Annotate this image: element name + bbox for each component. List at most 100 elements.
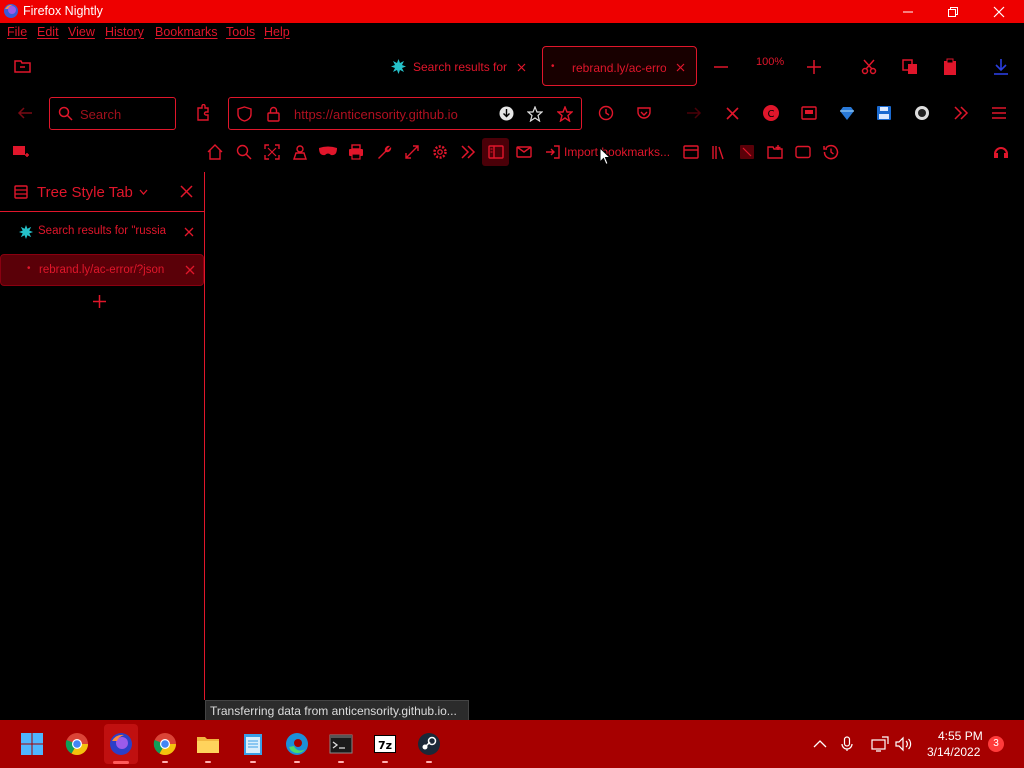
- tab-rebrand[interactable]: • rebrand.ly/ac-erro: [542, 46, 697, 86]
- tracking-shield-icon[interactable]: [237, 106, 252, 122]
- tab-label: rebrand.ly/ac-erro: [572, 61, 666, 75]
- save-page-icon[interactable]: [876, 105, 892, 121]
- wrench-icon[interactable]: [376, 144, 392, 160]
- zoom-out-icon[interactable]: [714, 66, 728, 68]
- chrome-profile-icon[interactable]: [153, 732, 177, 756]
- circle-extension-icon[interactable]: [914, 105, 930, 121]
- home-icon[interactable]: [207, 144, 223, 160]
- settings-gear-icon[interactable]: [432, 144, 448, 160]
- mouse-cursor-icon: [599, 147, 611, 166]
- menu-bookmarks[interactable]: Bookmarks: [155, 25, 218, 39]
- notepad-icon[interactable]: [241, 732, 265, 756]
- sidebar-title[interactable]: Tree Style Tab: [37, 184, 133, 201]
- fullscreen-icon[interactable]: [404, 144, 420, 160]
- import-bookmarks-button[interactable]: Import bookmarks...: [564, 145, 670, 159]
- url-bar[interactable]: https://anticensority.github.io: [228, 97, 582, 130]
- screenshot-icon[interactable]: [264, 144, 280, 160]
- windows-start-icon[interactable]: [20, 732, 44, 756]
- network-icon[interactable]: [871, 736, 889, 752]
- overflow-chevrons-icon[interactable]: [460, 145, 476, 159]
- search-icon[interactable]: [236, 144, 252, 160]
- sidebar-tab-rebrand[interactable]: • rebrand.ly/ac-error/?json: [0, 254, 204, 286]
- clock-time[interactable]: 4:55 PM: [938, 729, 983, 743]
- close-tab-icon[interactable]: [676, 63, 685, 72]
- terminal-icon[interactable]: [329, 732, 353, 756]
- tree-style-tab-icon: [14, 185, 28, 199]
- bookmark-star-icon[interactable]: [557, 106, 573, 122]
- chrome-icon[interactable]: [65, 732, 89, 756]
- sidebar-tab-label: rebrand.ly/ac-error/?json: [39, 264, 165, 276]
- menu-view[interactable]: View: [68, 25, 95, 39]
- minimize-button[interactable]: [885, 0, 931, 23]
- edge-icon[interactable]: [285, 732, 309, 756]
- print-icon[interactable]: [348, 144, 364, 160]
- tab-search-results[interactable]: Search results for: [384, 46, 536, 86]
- menu-history[interactable]: History: [105, 25, 144, 39]
- hamburger-menu-icon[interactable]: [991, 107, 1007, 119]
- window-icon[interactable]: [683, 144, 699, 160]
- url-text[interactable]: https://anticensority.github.io: [294, 107, 478, 122]
- open-folder-icon[interactable]: [14, 57, 32, 75]
- email-link-icon[interactable]: [516, 146, 532, 158]
- sidebar-icon: [488, 145, 504, 159]
- lock-icon[interactable]: [267, 106, 280, 122]
- firefox-nightly-icon[interactable]: [109, 732, 133, 756]
- sidebar-tab-search[interactable]: Search results for "russia: [0, 216, 204, 248]
- import-icon[interactable]: [545, 145, 560, 159]
- close-tab-icon[interactable]: [184, 227, 194, 237]
- close-tab-icon[interactable]: [185, 265, 195, 275]
- stop-loading-icon[interactable]: [726, 107, 739, 120]
- chevron-up-icon[interactable]: [813, 739, 827, 748]
- volume-icon[interactable]: [895, 736, 913, 752]
- copy-icon[interactable]: [902, 59, 918, 75]
- close-window-button[interactable]: [976, 0, 1022, 23]
- developer-icon[interactable]: [292, 144, 308, 160]
- new-window-icon[interactable]: [12, 145, 30, 159]
- close-tab-icon[interactable]: [517, 63, 526, 72]
- clock-date[interactable]: 3/14/2022: [927, 745, 980, 759]
- pocket-icon[interactable]: [636, 105, 652, 121]
- menu-file[interactable]: File: [7, 25, 27, 39]
- download-circle-icon[interactable]: [499, 106, 514, 121]
- zoom-level[interactable]: 100%: [756, 56, 784, 68]
- private-mask-icon[interactable]: [318, 145, 338, 157]
- extension-c-icon[interactable]: C: [762, 104, 780, 122]
- new-folder-icon[interactable]: [767, 144, 783, 160]
- chevron-down-icon[interactable]: [139, 189, 148, 195]
- firefox-nightly-logo-icon: [4, 4, 18, 18]
- notification-badge[interactable]: 3: [988, 736, 1004, 752]
- zoom-in-icon[interactable]: [807, 60, 821, 74]
- search-box[interactable]: Search: [49, 97, 176, 130]
- steam-icon[interactable]: [417, 732, 441, 756]
- restore-button[interactable]: [930, 0, 976, 23]
- 7zip-icon[interactable]: 7z: [373, 732, 397, 756]
- close-sidebar-icon[interactable]: [180, 185, 193, 198]
- overflow-chevrons-icon[interactable]: [953, 106, 969, 120]
- forward-arrow-icon[interactable]: [686, 107, 702, 119]
- file-explorer-icon[interactable]: [196, 732, 220, 756]
- menu-edit[interactable]: Edit: [37, 25, 59, 39]
- history-clock-icon[interactable]: [598, 105, 614, 121]
- menu-help[interactable]: Help: [264, 25, 290, 39]
- extensions-puzzle-icon[interactable]: [195, 104, 211, 122]
- container-icon[interactable]: [801, 105, 817, 121]
- download-icon[interactable]: [993, 58, 1009, 76]
- rectangle-icon[interactable]: [795, 145, 811, 159]
- new-tab-plus-icon[interactable]: [93, 295, 106, 308]
- library-icon[interactable]: [711, 144, 727, 160]
- gem-extension-icon[interactable]: [839, 105, 855, 121]
- cut-icon[interactable]: [861, 59, 877, 75]
- back-arrow-icon[interactable]: [17, 107, 33, 119]
- restore-session-icon[interactable]: [823, 144, 839, 160]
- microphone-icon[interactable]: [841, 736, 853, 752]
- sidebar-toggle-button[interactable]: [482, 138, 509, 166]
- paste-icon[interactable]: [943, 58, 957, 76]
- star-outline-icon[interactable]: [527, 106, 543, 122]
- menu-bar: File Edit View History Bookmarks Tools H…: [0, 23, 1024, 44]
- sync-icon[interactable]: [993, 144, 1009, 160]
- tab-strip: Search results for • rebrand.ly/ac-erro …: [0, 44, 1024, 90]
- active-indicator: [113, 761, 129, 764]
- tor-logo-icon: [18, 224, 34, 240]
- synced-tabs-icon[interactable]: [739, 144, 755, 160]
- menu-tools[interactable]: Tools: [226, 25, 255, 39]
